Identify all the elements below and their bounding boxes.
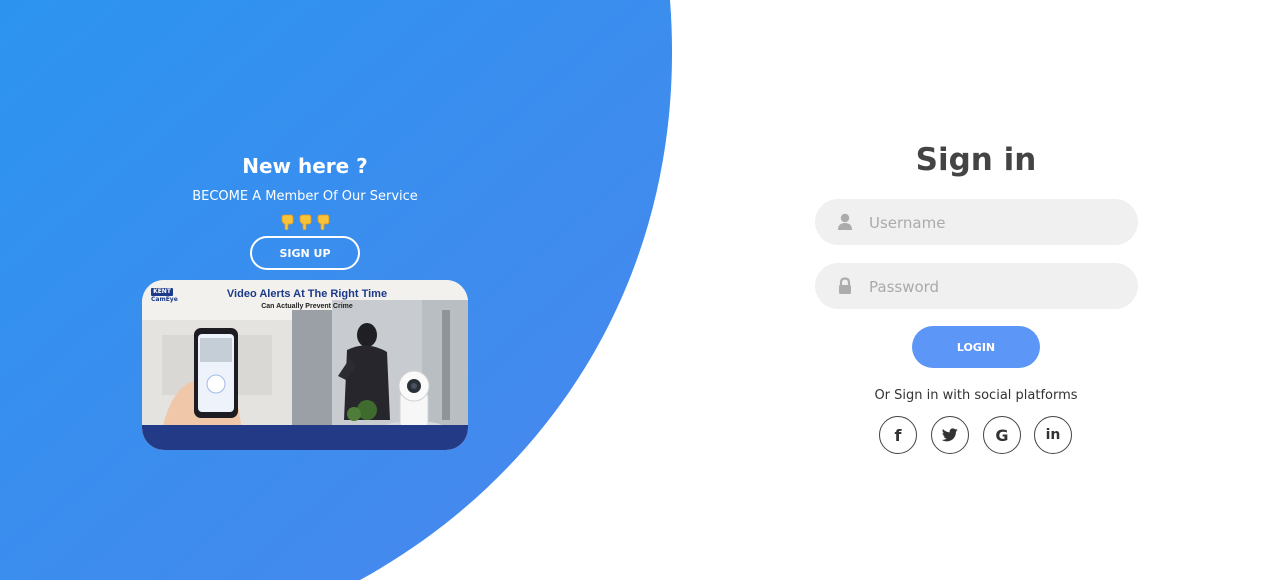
- username-field[interactable]: [815, 199, 1138, 247]
- google-button[interactable]: G: [983, 416, 1021, 454]
- promo-subtitle: BECOME A Member Of Our Service: [192, 189, 418, 204]
- social-signin-text: Or Sign in with social platforms: [874, 388, 1078, 403]
- facebook-icon: f: [894, 425, 902, 445]
- pointing-down-hand-icon: [317, 214, 330, 230]
- user-icon: [838, 213, 852, 230]
- signup-promo-panel: New here ? BECOME A Member Of Our Servic…: [140, 150, 470, 270]
- twitter-icon: [942, 428, 958, 442]
- password-input[interactable]: [867, 263, 1121, 311]
- google-icon: G: [995, 425, 1009, 445]
- lock-icon: [839, 277, 851, 294]
- signin-title: Sign in: [915, 142, 1037, 178]
- linkedin-button[interactable]: in: [1034, 416, 1072, 454]
- camera-ad-banner[interactable]: KENT CamEye Video Alerts At The Right Ti…: [142, 280, 468, 450]
- kent-logo-text: KENT: [151, 288, 173, 296]
- pointing-down-hand-icon: [281, 214, 294, 230]
- username-input[interactable]: [867, 199, 1121, 247]
- ad-headline: Video Alerts At The Right Time: [226, 288, 388, 300]
- kent-logo: KENT CamEye: [151, 288, 178, 304]
- cameye-logo-text: CamEye: [151, 296, 178, 303]
- sign-up-button[interactable]: SIGN UP: [250, 236, 360, 270]
- pointing-down-hand-icon: [299, 214, 312, 230]
- facebook-button[interactable]: f: [879, 416, 917, 454]
- linkedin-icon: in: [1045, 427, 1061, 443]
- twitter-button[interactable]: [931, 416, 969, 454]
- password-field[interactable]: [815, 263, 1138, 311]
- login-page: New here ? BECOME A Member Of Our Servic…: [0, 0, 1280, 580]
- promo-title: New here ?: [242, 154, 368, 178]
- social-buttons: f G in: [879, 416, 1079, 456]
- login-button[interactable]: LOGIN: [912, 326, 1040, 368]
- pointer-icons: [140, 214, 470, 234]
- ad-subline: Can Actually Prevent Crime: [261, 303, 353, 310]
